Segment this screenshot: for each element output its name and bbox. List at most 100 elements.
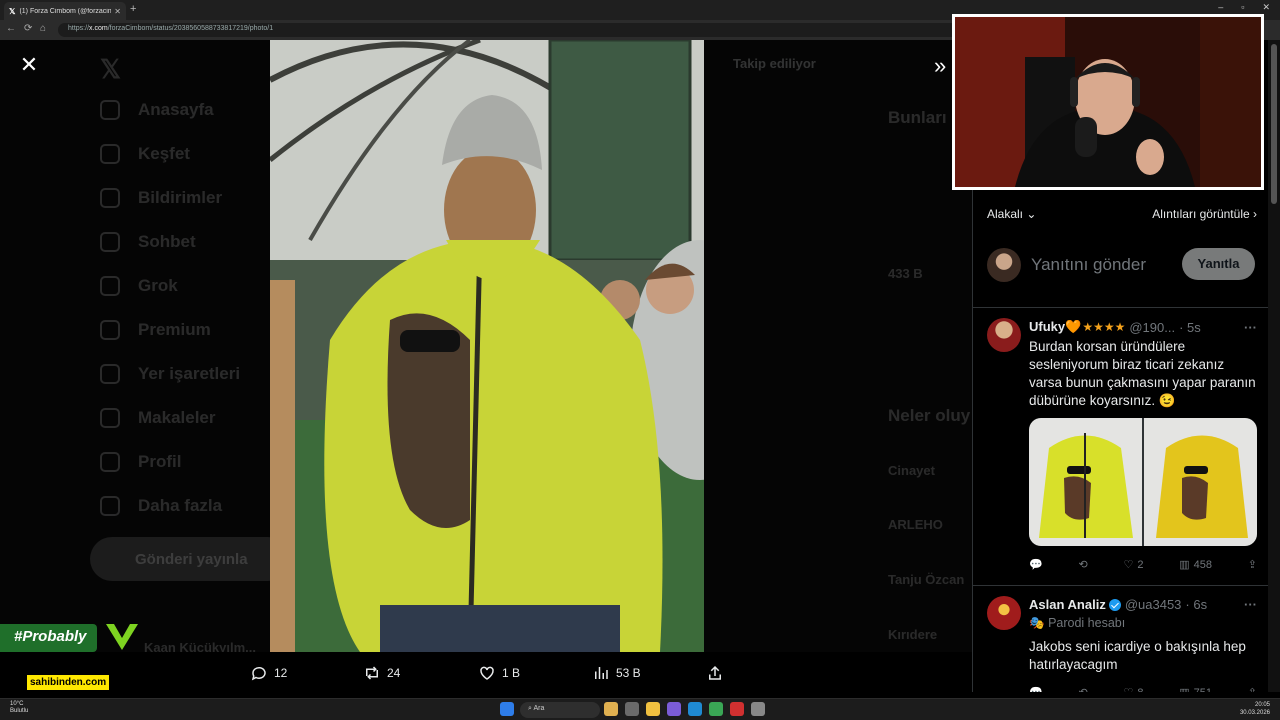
chat-app-icon[interactable] xyxy=(667,702,681,716)
more-nav-icon xyxy=(100,496,120,516)
close-icon[interactable]: ✕ xyxy=(16,52,42,78)
reply-tweet[interactable]: Aslan Analiz @ua3453 · 6s ··· 🎭 Parodi h… xyxy=(973,586,1268,692)
repost-icon: ⟲ xyxy=(1078,559,1088,571)
repost-icon: ⟲ xyxy=(1078,686,1087,692)
reply-button[interactable]: Yanıtla xyxy=(1182,248,1255,280)
reply-action[interactable]: 💬 xyxy=(1029,686,1043,692)
repost-action[interactable]: ⟲ xyxy=(1078,558,1087,571)
mail-nav-icon xyxy=(100,232,120,252)
tweet-media[interactable] xyxy=(1029,418,1257,546)
settings-icon[interactable] xyxy=(751,702,765,716)
bookmark-nav-icon xyxy=(100,364,120,384)
close-window-icon[interactable]: ✕ xyxy=(1262,2,1270,13)
calendar-icon[interactable] xyxy=(730,702,744,716)
clock-time: 20:05 xyxy=(1254,702,1270,708)
weather-temp: 10°C xyxy=(10,701,24,707)
clock-date: 30.03.2026 xyxy=(1239,710,1270,716)
like-count: 1 B xyxy=(502,666,521,680)
trends-heading: Neler oluy xyxy=(888,406,971,425)
bell-nav-icon xyxy=(100,188,120,208)
more-icon[interactable]: ··· xyxy=(1244,320,1257,335)
weather-widget[interactable]: 10°C Bulutlu xyxy=(10,701,28,715)
media-image[interactable] xyxy=(1029,418,1142,546)
taskbar-clock[interactable]: 20:05 30.03.2026 xyxy=(1240,701,1270,717)
window-controls: – ▫ ✕ xyxy=(1218,2,1270,13)
tweet-time[interactable]: · 6s xyxy=(1185,597,1207,612)
nav-item: Makaleler xyxy=(100,396,240,440)
url-input[interactable]: https://x.com/forzaCimbom/status/2038560… xyxy=(58,23,958,37)
nav-item: Daha fazla xyxy=(100,484,240,528)
taskbar-icons xyxy=(500,702,514,716)
author-name[interactable]: Aslan Analiz xyxy=(1029,597,1106,612)
home-icon[interactable]: ⌂ xyxy=(40,23,46,34)
scrollbar-thumb[interactable] xyxy=(1271,44,1277,204)
avatar[interactable] xyxy=(987,318,1021,352)
minimize-icon[interactable]: – xyxy=(1218,2,1223,13)
media-image[interactable] xyxy=(1144,418,1257,546)
reload-icon[interactable]: ⟳ xyxy=(24,23,32,34)
tweet-time[interactable]: · 5s xyxy=(1179,320,1201,335)
expand-panel-icon[interactable]: » xyxy=(934,54,946,78)
webcam-illustration xyxy=(955,17,1261,187)
premium-nav-icon xyxy=(100,320,120,340)
reply-tweet[interactable]: Ufuky🧡 ★★★★ @190... · 5s ··· Burdan kors… xyxy=(973,308,1268,586)
author-handle[interactable]: @ua3453 xyxy=(1125,597,1182,612)
like-action[interactable]: ♡8 xyxy=(1123,686,1143,693)
url-domain: x.com xyxy=(89,25,108,32)
app-icon[interactable] xyxy=(709,702,723,716)
articles-nav-icon xyxy=(100,408,120,428)
like-action[interactable]: ♡ 2 xyxy=(1123,558,1143,572)
new-tab-button[interactable]: + xyxy=(130,3,136,15)
view-quotes-link[interactable]: Alıntıları görüntüle › xyxy=(1152,207,1257,221)
repost-action[interactable]: 24 xyxy=(363,664,400,682)
widget-icon[interactable] xyxy=(604,702,618,716)
maximize-icon[interactable]: ▫ xyxy=(1241,2,1244,13)
start-icon[interactable] xyxy=(500,702,514,716)
nav-item: Yer işaretleri xyxy=(100,352,240,396)
share-action[interactable]: ⇪ xyxy=(1248,686,1257,692)
taskbar-search[interactable]: ⌕ Ara xyxy=(520,702,600,718)
like-action[interactable]: 1 B xyxy=(478,664,520,682)
count-label: 433 B xyxy=(888,266,923,281)
share-action[interactable] xyxy=(706,664,724,682)
scrollbar[interactable] xyxy=(1268,40,1280,692)
author-handle[interactable]: @190... xyxy=(1129,320,1175,335)
views-icon: ▥ xyxy=(1179,686,1189,692)
tweet-photo[interactable] xyxy=(270,40,704,652)
browser-tab[interactable]: 𝕏 (1) Forza Cimbom (@forzacimbom ✕ xyxy=(4,2,126,20)
more-icon[interactable]: ··· xyxy=(1244,597,1257,612)
task-view-icon[interactable] xyxy=(625,702,639,716)
tab-title: (1) Forza Cimbom (@forzacimbom xyxy=(19,7,112,15)
views-action[interactable]: ▥ 458 xyxy=(1179,558,1212,572)
heart-icon: ♡ xyxy=(1123,686,1133,692)
repost-action[interactable]: ⟲ xyxy=(1078,686,1087,692)
trend-item: ARLEHO xyxy=(888,517,943,532)
background-sidebar: Anasayfa Keşfet Bildirimler Sohbet Grok … xyxy=(100,88,240,528)
views-action[interactable]: ▥ 751 xyxy=(1179,686,1212,693)
share-icon: ⇪ xyxy=(1248,686,1257,692)
sort-dropdown[interactable]: Alakalı ⌄ xyxy=(987,207,1036,221)
sponsor-badge: sahibinden.com xyxy=(27,675,110,690)
avatar[interactable] xyxy=(987,596,1021,630)
x-home-logo-icon: 𝕏 xyxy=(100,54,121,84)
trend-item: Kırıdere xyxy=(888,627,938,642)
tab-close-icon[interactable]: ✕ xyxy=(114,7,121,16)
file-explorer-icon[interactable] xyxy=(646,702,660,716)
chevron-right-icon: › xyxy=(1253,207,1257,221)
jacket-front-illustration xyxy=(1039,433,1133,538)
reply-action[interactable]: 💬 xyxy=(1029,558,1043,571)
tweet-action-bar: 💬 ⟲ ♡ 2 ▥ 458 ⇪ xyxy=(1029,558,1257,572)
reply-action[interactable]: 12 xyxy=(250,664,287,682)
views-count: 53 B xyxy=(616,666,641,680)
reply-input[interactable]: Yanıtını gönder xyxy=(1031,255,1146,275)
nav-item: Sohbet xyxy=(100,220,240,264)
edge-icon[interactable] xyxy=(688,702,702,716)
share-action[interactable]: ⇪ xyxy=(1248,558,1257,571)
photo-action-bar: 12 24 1 B 53 B xyxy=(0,652,972,692)
views-action[interactable]: 53 B xyxy=(592,664,641,682)
back-icon[interactable]: ← xyxy=(6,23,16,34)
photo-illustration xyxy=(270,40,704,652)
sort-row: Alakalı ⌄ Alıntıları görüntüle › xyxy=(987,207,1257,221)
author-name[interactable]: Ufuky🧡 xyxy=(1029,319,1081,335)
nav-item: Keşfet xyxy=(100,132,240,176)
